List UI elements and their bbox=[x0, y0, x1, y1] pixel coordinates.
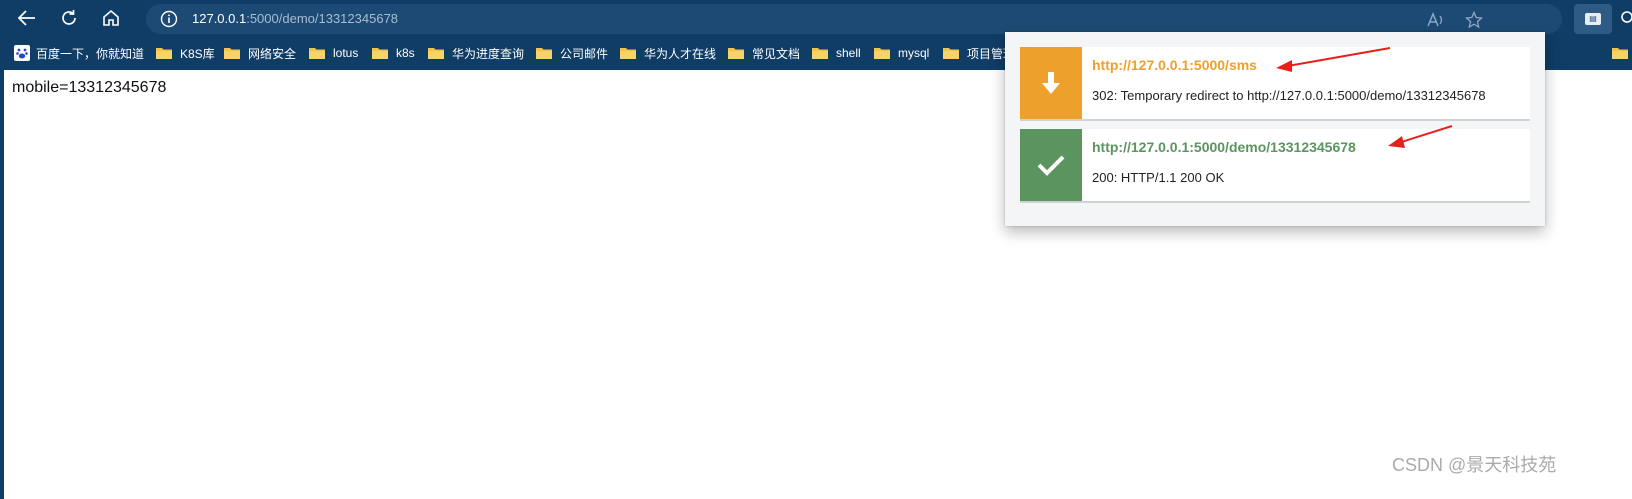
redirect-url-link[interactable]: http://127.0.0.1:5000/sms bbox=[1092, 57, 1257, 73]
bookmark-folder-network-security[interactable]: 网络安全 bbox=[224, 44, 296, 62]
redirect-entry: http://127.0.0.1:5000/sms 302: Temporary… bbox=[1020, 47, 1530, 121]
refresh-button[interactable] bbox=[54, 4, 84, 32]
back-button[interactable] bbox=[12, 4, 42, 32]
browser-toolbar: 127.0.0.1:5000/demo/13312345678 ▤ bbox=[0, 0, 1632, 36]
bookmark-folder-k8s[interactable]: k8s bbox=[372, 44, 415, 62]
read-aloud-button[interactable] bbox=[1426, 10, 1446, 30]
bookmark-label: k8s bbox=[396, 46, 415, 60]
bookmark-label: 华为人才在线 bbox=[644, 46, 717, 61]
bookmark-label: 网络安全 bbox=[248, 46, 297, 61]
bookmark-label: 常见文档 bbox=[752, 46, 801, 61]
extension-icon: ▤ bbox=[1585, 13, 1601, 25]
bookmark-label: 百度一下，你就知道 bbox=[36, 46, 145, 61]
final-entry: http://127.0.0.1:5000/demo/13312345678 2… bbox=[1020, 129, 1530, 203]
url-host: 127.0.0.1 bbox=[192, 11, 247, 26]
bookmark-label: K8S库 bbox=[180, 46, 215, 61]
bookmark-folder-common-docs[interactable]: 常见文档 bbox=[728, 44, 800, 62]
site-info-icon[interactable] bbox=[160, 10, 178, 28]
bookmark-folder-company-mail[interactable]: 公司邮件 bbox=[536, 44, 608, 62]
bookmark-folder-shell[interactable]: shell bbox=[812, 44, 861, 62]
bookmark-label: 华为进度查询 bbox=[452, 46, 525, 61]
bookmark-folder-huawei-talent[interactable]: 华为人才在线 bbox=[620, 44, 716, 62]
folder-icon bbox=[428, 48, 444, 59]
response-body-text: mobile=13312345678 bbox=[12, 79, 167, 96]
bookmark-label: lotus bbox=[333, 46, 359, 60]
folder-icon bbox=[620, 48, 636, 59]
down-arrow-icon bbox=[1042, 72, 1060, 94]
address-bar[interactable]: 127.0.0.1:5000/demo/13312345678 bbox=[146, 4, 1562, 34]
bookmark-folder-huawei-progress[interactable]: 华为进度查询 bbox=[428, 44, 524, 62]
address-url[interactable]: 127.0.0.1:5000/demo/13312345678 bbox=[192, 11, 398, 26]
folder-icon bbox=[1612, 48, 1628, 59]
bookmark-label: shell bbox=[836, 46, 861, 60]
csdn-watermark: CSDN @景天科技苑 bbox=[1392, 455, 1557, 475]
final-status-tile bbox=[1020, 129, 1082, 201]
folder-icon bbox=[728, 48, 744, 59]
folder-icon bbox=[224, 48, 240, 59]
read-aloud-icon bbox=[1427, 12, 1443, 27]
bookmark-folder-lotus[interactable]: lotus bbox=[309, 44, 358, 62]
back-arrow-icon bbox=[18, 10, 35, 26]
folder-icon bbox=[156, 48, 172, 59]
final-status-text: 200: HTTP/1.1 200 OK bbox=[1092, 170, 1225, 185]
url-path: :5000/demo/13312345678 bbox=[246, 11, 399, 26]
final-url-link[interactable]: http://127.0.0.1:5000/demo/13312345678 bbox=[1092, 139, 1356, 155]
redirect-status-tile bbox=[1020, 47, 1082, 119]
redirect-extension-button[interactable]: ▤ bbox=[1574, 4, 1612, 34]
bookmark-baidu[interactable]: 百度一下，你就知道 bbox=[14, 44, 144, 62]
folder-icon bbox=[309, 48, 325, 59]
home-icon bbox=[103, 9, 119, 26]
star-icon bbox=[1465, 11, 1483, 29]
settings-gear-icon[interactable] bbox=[1620, 10, 1632, 24]
folder-icon bbox=[372, 48, 388, 59]
bookmark-folder-mysql[interactable]: mysql bbox=[874, 44, 929, 62]
folder-icon bbox=[812, 48, 828, 59]
bookmark-folder-k8s-lib[interactable]: K8S库 bbox=[156, 44, 215, 62]
bookmark-label: mysql bbox=[898, 46, 930, 60]
folder-icon bbox=[943, 48, 959, 59]
folder-icon bbox=[874, 48, 890, 59]
baidu-icon bbox=[14, 45, 30, 61]
home-button[interactable] bbox=[96, 4, 126, 32]
bookmark-label: 公司邮件 bbox=[560, 46, 609, 61]
favorite-button[interactable] bbox=[1464, 10, 1484, 30]
folder-icon bbox=[536, 48, 552, 59]
check-icon bbox=[1037, 155, 1065, 176]
redirect-status-text: 302: Temporary redirect to http://127.0.… bbox=[1092, 88, 1486, 103]
redirect-trace-popup: http://127.0.0.1:5000/sms 302: Temporary… bbox=[1005, 32, 1545, 226]
bookmark-folder-overflow[interactable] bbox=[1612, 44, 1632, 62]
refresh-icon bbox=[62, 10, 76, 25]
